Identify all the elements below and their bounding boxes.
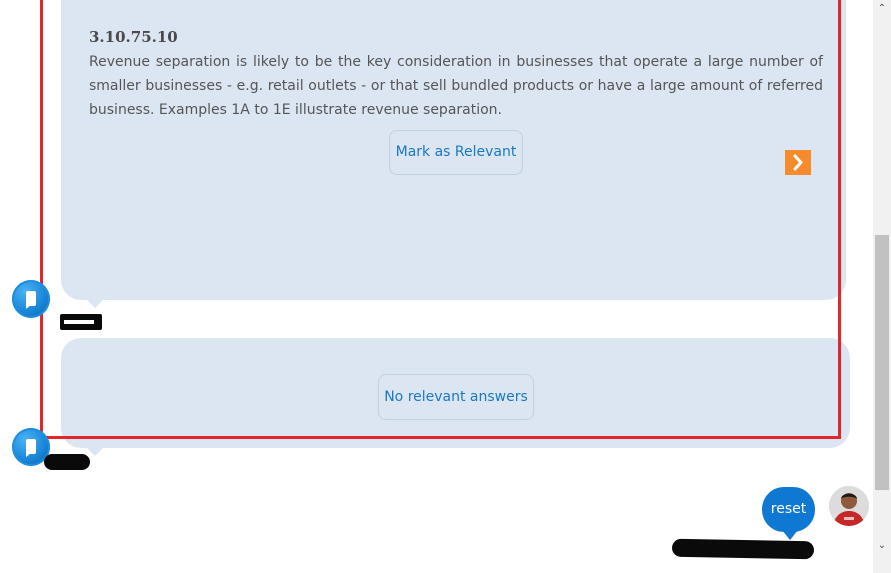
scrollbar-thumb[interactable] xyxy=(875,235,889,490)
scroll-down-arrow[interactable]: ⌄ xyxy=(873,537,891,555)
user-avatar xyxy=(829,486,869,526)
next-answer-button[interactable] xyxy=(785,150,811,175)
vertical-scrollbar[interactable]: ⌃ ⌄ xyxy=(873,0,891,573)
chevron-right-icon xyxy=(793,154,803,171)
bot-avatar xyxy=(12,280,50,318)
redacted-sender-name xyxy=(44,454,90,470)
bot-chat-icon xyxy=(26,291,36,309)
mark-as-relevant-button[interactable]: Mark as Relevant xyxy=(389,130,523,175)
chat-window: 3.10.75.10 Revenue separation is likely … xyxy=(0,0,891,573)
redaction-mark xyxy=(64,320,94,324)
no-relevant-answers-button[interactable]: No relevant answers xyxy=(378,374,534,420)
bubble-tail xyxy=(86,299,104,308)
reference-text: Revenue separation is likely to be the k… xyxy=(89,54,823,118)
bubble-tail xyxy=(782,530,798,540)
reference-section-number: 3.10.75.10 xyxy=(89,28,178,46)
bubble-tail xyxy=(86,447,104,456)
scroll-up-arrow[interactable]: ⌃ xyxy=(873,0,891,18)
user-message-bubble: reset xyxy=(762,487,815,532)
user-photo-icon xyxy=(829,486,869,526)
redacted-user-name xyxy=(671,538,815,560)
